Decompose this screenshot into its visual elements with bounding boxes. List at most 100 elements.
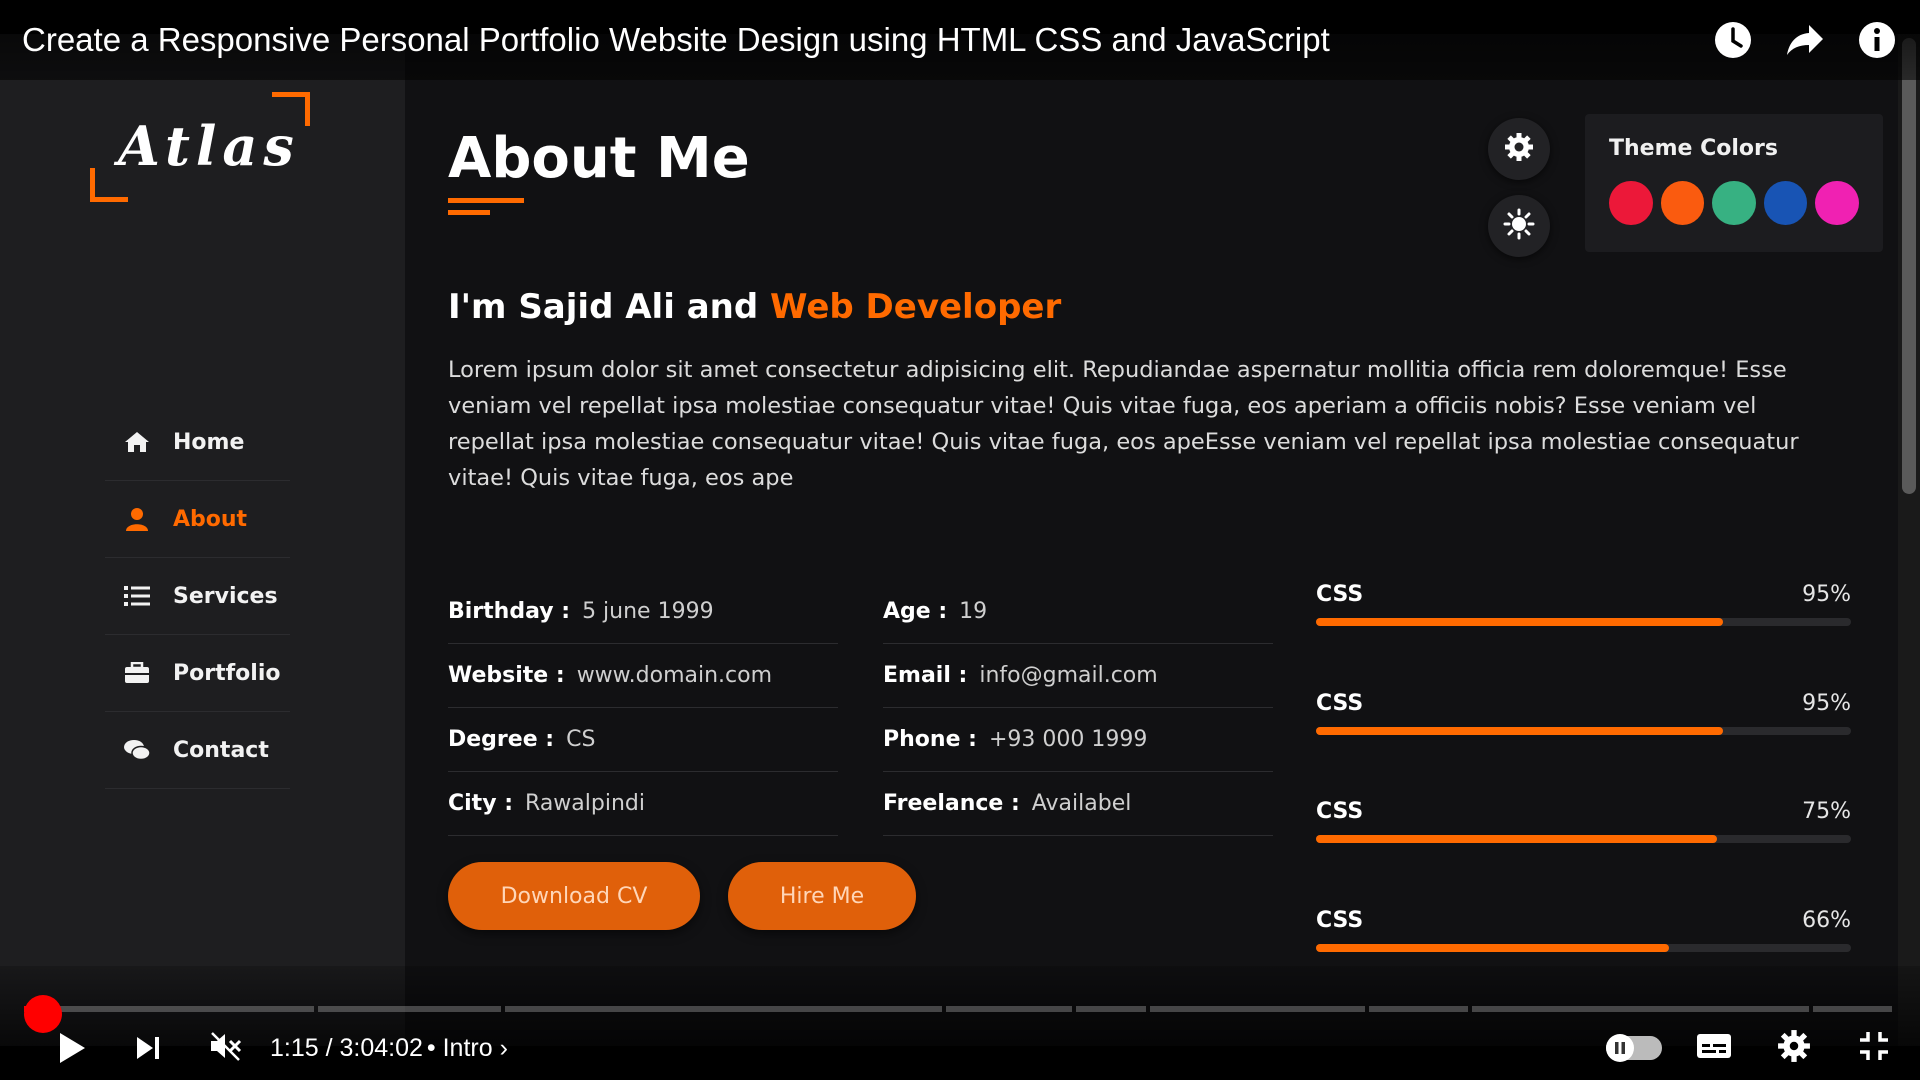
info-label: Website : (448, 663, 565, 688)
info-city: City : Rawalpindi (448, 772, 838, 836)
nav-label-services: Services (173, 583, 278, 609)
briefcase-icon (123, 660, 151, 686)
intro-name: I'm Sajid Ali and (448, 287, 771, 327)
gear-icon (1503, 131, 1535, 167)
logo[interactable]: Atlas (90, 92, 310, 202)
watch-later-icon[interactable] (1712, 19, 1754, 61)
nav-item-home[interactable]: Home (105, 404, 290, 481)
info-value: 19 (959, 599, 988, 624)
info-label: Degree : (448, 727, 555, 752)
skill-bar-track (1316, 618, 1851, 626)
info-freelance: Freelance : Availabel (883, 772, 1273, 836)
portfolio-site: Atlas Home About Services Portfolio Cont… (0, 34, 1898, 1046)
info-label: City : (448, 791, 514, 816)
settings-button[interactable] (1766, 1020, 1822, 1076)
hire-me-button[interactable]: Hire Me (728, 862, 916, 930)
next-button[interactable] (120, 1020, 176, 1076)
skill-bar-track (1316, 835, 1851, 843)
info-birthday: Birthday : 5 june 1999 (448, 580, 838, 644)
time-display: 1:15 / 3:04:02 (270, 1033, 423, 1062)
list-icon (123, 583, 151, 609)
exit-fullscreen-button[interactable] (1846, 1020, 1902, 1076)
scrollbar-thumb[interactable] (1902, 38, 1916, 494)
user-icon (123, 506, 151, 532)
nav-item-contact[interactable]: Contact (105, 712, 290, 789)
chapter-segment[interactable] (946, 1006, 1073, 1012)
pause-icon (1606, 1034, 1634, 1062)
nav-label-portfolio: Portfolio (173, 660, 281, 686)
chapter-segment[interactable] (45, 1006, 315, 1012)
player-controls-right (1606, 1020, 1902, 1076)
nav-label-contact: Contact (173, 737, 269, 763)
info-phone: Phone : +93 000 1999 (883, 708, 1273, 772)
mute-button[interactable] (198, 1020, 254, 1076)
share-icon[interactable] (1784, 19, 1826, 61)
intro-role: Web Developer (770, 287, 1062, 327)
skill-item: CSS 75% (1316, 799, 1851, 908)
progress-bar[interactable] (24, 1006, 1893, 1012)
skill-percent: 95% (1802, 582, 1851, 607)
skill-percent: 66% (1802, 907, 1851, 933)
info-label: Freelance : (883, 791, 1020, 816)
exit-fullscreen-icon (1858, 1030, 1890, 1067)
nav-label-home: Home (173, 429, 245, 455)
page-scrollbar[interactable] (1898, 34, 1920, 1046)
theme-colors-panel: Theme Colors (1585, 114, 1883, 252)
skill-bar-fill (1316, 943, 1670, 952)
nav-item-about[interactable]: About (105, 481, 290, 558)
subtitles-button[interactable] (1686, 1020, 1742, 1076)
info-value: Rawalpindi (525, 791, 645, 816)
chapter-segment[interactable] (1369, 1006, 1468, 1012)
skill-bar-fill (1316, 726, 1723, 735)
skill-percent: 95% (1802, 690, 1851, 716)
personal-info: Birthday : 5 june 1999 Age : 19 Website : w… (448, 580, 1273, 836)
skill-name: CSS (1316, 799, 1364, 824)
sun-icon (1503, 208, 1535, 244)
chapter-segment[interactable] (1076, 1006, 1146, 1012)
info-email: Email : info@gmail.com (883, 644, 1273, 708)
title-bar-actions (1712, 19, 1898, 61)
skill-item: CSS 95% (1316, 691, 1851, 800)
color-swatch-orange[interactable] (1660, 181, 1705, 225)
day-night-toggle[interactable] (1488, 195, 1550, 257)
cta-buttons: Download CV Hire Me (448, 862, 916, 930)
color-swatch-red[interactable] (1609, 181, 1653, 225)
play-button[interactable] (44, 1020, 100, 1076)
color-swatch-blue[interactable] (1763, 181, 1808, 225)
settings-gear-icon (1777, 1029, 1811, 1068)
info-label: Birthday : (448, 599, 571, 624)
subtitles-icon (1696, 1032, 1732, 1065)
player-controls: 1:15 / 3:04:02 • Intro › (0, 1020, 1920, 1076)
info-website: Website : www.domain.com (448, 644, 838, 708)
download-cv-button[interactable]: Download CV (448, 862, 700, 930)
page-title: About Me (448, 126, 750, 191)
chapter-segment[interactable] (1812, 1006, 1893, 1012)
autoplay-switch[interactable] (1606, 1034, 1662, 1062)
sidebar: Atlas Home About Services Portfolio Cont… (0, 34, 405, 1046)
nav-item-portfolio[interactable]: Portfolio (105, 635, 290, 712)
skill-item: CSS 95% (1316, 582, 1851, 691)
skill-bar-fill (1316, 835, 1718, 843)
color-swatch-green[interactable] (1712, 181, 1756, 225)
skill-percent: 75% (1802, 799, 1851, 824)
chapter-segment[interactable] (1149, 1006, 1366, 1012)
autoplay-toggle[interactable] (1606, 1020, 1662, 1076)
info-age: Age : 19 (883, 580, 1273, 644)
chapter-segment[interactable] (504, 1006, 943, 1012)
skill-bar-track (1316, 943, 1851, 952)
nav-item-services[interactable]: Services (105, 558, 290, 635)
chapter-segment[interactable] (318, 1006, 501, 1012)
video-title-bar: Create a Responsive Personal Portfolio W… (0, 0, 1920, 80)
info-icon[interactable] (1856, 19, 1898, 61)
chapter-title[interactable]: • Intro › (427, 1034, 508, 1063)
chapter-segment[interactable] (1471, 1006, 1809, 1012)
info-degree: Degree : CS (448, 708, 838, 772)
color-swatch-pink[interactable] (1815, 181, 1859, 225)
color-swatches (1609, 181, 1859, 225)
info-value: info@gmail.com (979, 663, 1158, 688)
video-title[interactable]: Create a Responsive Personal Portfolio W… (22, 21, 1712, 59)
style-switcher-toggle[interactable] (1488, 118, 1550, 180)
skill-name: CSS (1316, 582, 1364, 607)
skill-bar-fill (1316, 618, 1723, 626)
comments-icon (123, 737, 151, 763)
